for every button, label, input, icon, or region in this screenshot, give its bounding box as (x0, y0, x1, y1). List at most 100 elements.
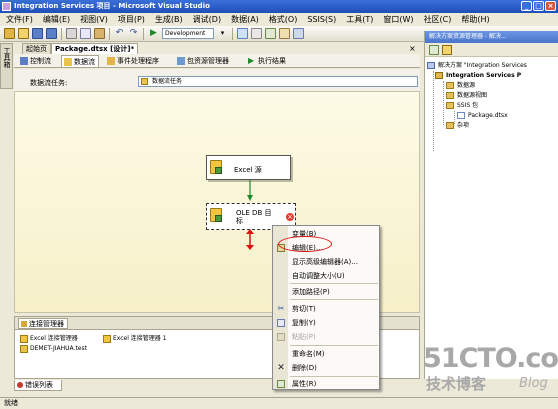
menu-item-delete[interactable]: ✕ 删除(D) (273, 362, 379, 374)
undo-icon[interactable]: ↶ (114, 28, 125, 39)
tree-package-file[interactable]: Package.dtsx (457, 111, 508, 120)
folder-icon (446, 122, 454, 129)
database-connection-icon (20, 345, 28, 353)
menu-file[interactable]: 文件(F) (6, 14, 33, 25)
menu-project[interactable]: 项目(P) (118, 14, 145, 25)
play-icon: ▶ (248, 56, 255, 65)
tab-error-list[interactable]: 错误列表 (14, 380, 62, 391)
save-all-icon[interactable] (46, 28, 57, 39)
designer-tabs: 控制流 数据流 事件处理程序 包资源管理器 ▶ 执行结果 (14, 54, 420, 68)
error-icon: × (286, 213, 294, 221)
menu-item-autosize[interactable]: 自动调整大小(U) (273, 270, 379, 282)
paste-icon (277, 333, 285, 341)
menu-item-paste[interactable]: 粘贴(P) (273, 331, 379, 343)
menu-item-rename[interactable]: 重命名(M) (273, 348, 379, 360)
watermark-site: 51CTO.com (423, 343, 558, 374)
error-output-path[interactable] (245, 229, 255, 250)
folder-icon (446, 82, 454, 89)
solution-icon (427, 62, 435, 69)
start-debug-icon[interactable]: ▶ (148, 28, 159, 39)
visual-studio-icon (2, 2, 11, 11)
paste-icon[interactable] (94, 28, 105, 39)
watermark: 51CTO.com 技术博客 Blog (420, 344, 558, 397)
close-button[interactable]: × (545, 1, 556, 11)
scissors-icon: ✂ (277, 304, 285, 313)
folder-icon (446, 92, 454, 99)
menu-community[interactable]: 社区(C) (424, 14, 452, 25)
menu-bar: 文件(F) 编辑(E) 视图(V) 项目(P) 生成(B) 调试(D) 数据(A… (0, 13, 558, 26)
menu-edit[interactable]: 编辑(E) (43, 14, 70, 25)
excel-source-label: Excel 源 (234, 166, 262, 174)
error-list-icon (17, 382, 23, 388)
menu-build[interactable]: 生成(B) (155, 14, 183, 25)
menu-item-properties[interactable]: 属性(R) (273, 378, 379, 390)
new-project-icon[interactable] (4, 28, 15, 39)
data-flow-task-icon (141, 78, 148, 85)
tree-folder-ssis-packages[interactable]: SSIS 包 (446, 101, 478, 110)
project-icon (435, 72, 443, 79)
toolbox-tab[interactable]: 工具箱 (0, 43, 13, 89)
menu-ssis[interactable]: SSIS(S) (307, 15, 336, 24)
tab-data-flow[interactable]: 数据流 (61, 55, 99, 67)
tab-event-handlers[interactable]: 事件处理程序 (105, 55, 162, 67)
show-all-files-icon[interactable] (442, 45, 452, 55)
connection-item-oledb[interactable]: DEMET-JIAHUA.test (20, 345, 87, 353)
copy-icon[interactable] (80, 28, 91, 39)
title-bar: Integration Services 项目 - Microsoft Visu… (0, 0, 558, 13)
menu-item-advanced-editor[interactable]: 显示高级编辑器(A)... (273, 256, 379, 268)
menu-format[interactable]: 格式(O) (269, 14, 298, 25)
solution-explorer-icon[interactable] (251, 28, 262, 39)
data-flow-path[interactable] (246, 180, 256, 202)
menu-item-add-path[interactable]: 添加路径(P) (273, 286, 379, 298)
menu-window[interactable]: 窗口(W) (383, 14, 413, 25)
close-document-icon[interactable]: × (409, 44, 416, 53)
highlight-annotation (278, 236, 332, 252)
toolbox-icon[interactable] (279, 28, 290, 39)
tab-control-flow[interactable]: 控制流 (18, 55, 54, 67)
cut-icon[interactable] (66, 28, 77, 39)
connection-item-excel[interactable]: Excel 连接管理器 (20, 335, 78, 343)
menu-view[interactable]: 视图(V) (80, 14, 108, 25)
data-flow-task-dropdown[interactable]: 数据流任务 (138, 76, 418, 87)
status-bar: 就绪 (0, 397, 558, 409)
configuration-dropdown[interactable]: Development (162, 28, 214, 39)
excel-source-component[interactable]: Excel 源 (206, 155, 291, 180)
tree-folder-data-source-views[interactable]: 数据源视图 (446, 91, 487, 100)
window-icon[interactable] (293, 28, 304, 39)
menu-item-copy[interactable]: 复制(Y) (273, 317, 379, 329)
control-flow-icon (20, 57, 28, 65)
save-icon[interactable] (32, 28, 43, 39)
status-text: 就绪 (4, 399, 18, 407)
chevron-down-icon[interactable]: ▾ (217, 28, 228, 39)
find-icon[interactable] (237, 28, 248, 39)
tree-project[interactable]: Integration Services P (435, 71, 521, 80)
data-flow-task-bar: 数据流任务: 数据流任务 (14, 69, 420, 91)
tree-folder-data-sources[interactable]: 数据源 (446, 81, 475, 90)
tab-package-design[interactable]: Package.dtsx [设计]* (51, 43, 139, 54)
menu-data[interactable]: 数据(A) (231, 14, 259, 25)
menu-item-cut[interactable]: ✂ 剪切(T) (273, 303, 379, 315)
watermark-subtitle: 技术博客 (426, 375, 487, 393)
minimize-button[interactable]: _ (521, 1, 532, 11)
tab-package-explorer[interactable]: 包资源管理器 (175, 55, 232, 67)
properties-icon[interactable] (265, 28, 276, 39)
menu-debug[interactable]: 调试(D) (193, 14, 221, 25)
tab-connection-managers[interactable]: 连接管理器 (18, 318, 68, 329)
window-title: Integration Services 项目 - Microsoft Visu… (14, 2, 210, 10)
maximize-button[interactable]: □ (533, 1, 544, 11)
tree-solution[interactable]: 解决方案 "Integration Services (427, 61, 527, 70)
redo-icon[interactable]: ↷ (128, 28, 139, 39)
solution-explorer-title: 解决方案资源管理器 - 解决... (425, 31, 558, 43)
tab-progress[interactable]: ▶ 执行结果 (246, 55, 289, 67)
properties-icon (277, 380, 285, 388)
open-icon[interactable] (18, 28, 29, 39)
package-explorer-icon (177, 57, 185, 65)
properties-icon[interactable] (429, 45, 439, 55)
menu-tools[interactable]: 工具(T) (346, 14, 373, 25)
connection-item-excel-1[interactable]: Excel 连接管理器 1 (103, 335, 167, 343)
tree-folder-misc[interactable]: 杂项 (446, 121, 469, 130)
connection-manager-icon (21, 321, 27, 327)
menu-help[interactable]: 帮助(H) (461, 14, 489, 25)
event-handlers-icon (107, 57, 115, 65)
tab-start-page[interactable]: 起始页 (22, 43, 51, 54)
